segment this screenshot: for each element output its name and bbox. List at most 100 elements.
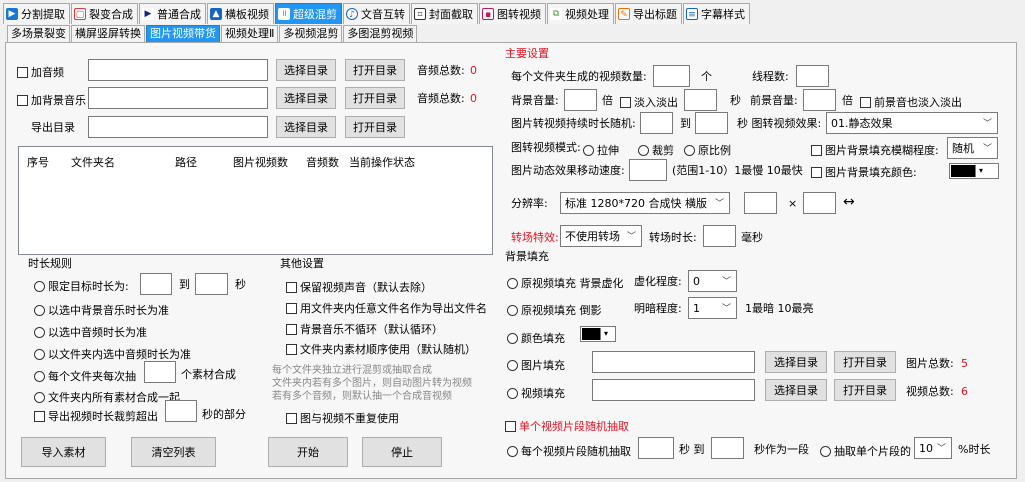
trim-seconds-input[interactable] (165, 400, 197, 422)
orig-blur-radio[interactable]: 原视频填充 背景虚化 (507, 275, 624, 291)
clear-list-button[interactable]: 清空列表 (131, 437, 216, 467)
img-effect-select[interactable]: 01.静态效果 ﹀ (826, 112, 998, 134)
target-duration-radio[interactable]: 限定目标时长为: (34, 278, 129, 294)
clip-min-input[interactable] (638, 437, 674, 459)
bgm-duration-radio[interactable]: 以选中背景音乐时长为准 (34, 302, 169, 318)
fg-fade-checkbox[interactable]: 前景音也淡入淡出 (860, 94, 962, 110)
video-fill-path-input[interactable] (592, 379, 755, 401)
video-fill-open-dir-button[interactable]: 打开目录 (834, 379, 896, 401)
img-duration-max-input[interactable] (695, 112, 728, 134)
subtab-video-process-2[interactable]: 视频处理Ⅱ (221, 25, 279, 42)
brightness-select[interactable]: 1 ﹀ (688, 297, 737, 319)
all-materials-radio[interactable]: 文件夹内所有素材合成一起 (34, 389, 180, 405)
mode-ratio-radio[interactable]: 原比例 (684, 142, 731, 158)
fg-volume-input[interactable] (803, 89, 836, 111)
fade-seconds-input[interactable] (684, 89, 717, 111)
add-bgm-checkbox[interactable]: 加背景音乐 (17, 92, 86, 108)
fade-checkbox[interactable]: 淡入淡出 (620, 94, 678, 110)
tab-image-to-video[interactable]: ▪ 图转视频 (479, 3, 546, 24)
custom-height-input[interactable] (803, 192, 836, 214)
random-clip-checkbox[interactable]: 单个视频片段随机抽取 (505, 418, 629, 434)
transition-select[interactable]: 不使用转场 ﹀ (560, 225, 642, 247)
tab-export-title[interactable]: ✎ 导出标题 (615, 3, 682, 24)
video-fill-select-dir-button[interactable]: 选择目录 (765, 379, 827, 401)
export-select-dir-button[interactable]: 选择目录 (276, 116, 336, 138)
swap-icon[interactable]: ↔ (843, 195, 855, 209)
extract-count-input[interactable] (144, 361, 176, 383)
orig-reflect-radio[interactable]: 原视频填充 倒影 (507, 302, 602, 318)
clip-max-input[interactable] (711, 437, 744, 459)
blur-degree-select[interactable]: 0 ﹀ (688, 270, 737, 292)
folder-audio-duration-radio[interactable]: 以文件夹内选中音频时长为准 (34, 346, 191, 362)
target-max-input[interactable] (195, 273, 228, 295)
use-filename-checkbox[interactable]: 用文件夹内任意文件名作为导出文件名 (286, 300, 487, 316)
resolution-select[interactable]: 标准 1280*720 合成快 横版 ﹀ (560, 192, 730, 214)
tab-fission-compose[interactable]: ▢ 裂变合成 (71, 3, 138, 24)
tab-normal-compose[interactable]: ▶ 普通合成 (139, 3, 206, 24)
transition-duration-input[interactable] (703, 225, 736, 247)
start-button[interactable]: 开始 (268, 437, 348, 467)
video-fill-radio[interactable]: 视频填充 (507, 385, 565, 401)
times-sign: × (788, 197, 798, 210)
tab-super-mix[interactable]: ॥ 超级混剪 (275, 3, 342, 24)
percent-suffix-label: %时长 (958, 443, 991, 456)
bg-color-fill-checkbox[interactable]: 图片背景填充颜色: (811, 164, 917, 180)
mode-stretch-radio[interactable]: 拉伸 (583, 142, 619, 158)
bgm-no-loop-checkbox[interactable]: 背景音乐不循环（默认循环） (286, 321, 443, 337)
custom-width-input[interactable] (744, 192, 777, 214)
sequential-order-checkbox[interactable]: 文件夹内素材顺序使用（默认随机） (286, 341, 476, 357)
image-fill-open-dir-button[interactable]: 打开目录 (834, 351, 896, 373)
per-folder-count-input[interactable] (653, 65, 690, 87)
blur-fill-checkbox[interactable]: 图片背景填充模糊程度: (811, 142, 939, 158)
fill-color-picker[interactable]: ▾ (580, 326, 616, 342)
image-fill-radio[interactable]: 图片填充 (507, 357, 565, 373)
folder-list-table[interactable]: 序号 文件夹名 路径 图片视频数 音频数 当前操作状态 (18, 146, 493, 255)
tab-cover-crop[interactable]: ⌗ 封面截取 (411, 3, 478, 24)
target-min-input[interactable] (140, 273, 172, 295)
audio-path-input[interactable] (88, 59, 268, 81)
image-fill-select-dir-button[interactable]: 选择目录 (765, 351, 827, 373)
extract-single-radio[interactable]: 抽取单个片段的 (820, 443, 911, 459)
audio-open-dir-button[interactable]: 打开目录 (345, 59, 405, 81)
tab-subtitle-style[interactable]: ≡ 字幕样式 (683, 3, 750, 24)
no-repeat-checkbox[interactable]: 图与视频不重复使用 (286, 410, 399, 426)
threads-input[interactable] (796, 65, 829, 87)
stop-button[interactable]: 停止 (362, 437, 442, 467)
bgm-open-dir-button[interactable]: 打开目录 (345, 87, 405, 109)
bgm-path-input[interactable] (88, 87, 268, 109)
keep-sound-checkbox[interactable]: 保留视频声音（默认去除） (286, 279, 432, 295)
tab-split-extract[interactable]: ▶ 分割提取 (3, 3, 70, 24)
export-dir-input[interactable] (88, 116, 268, 138)
image-fill-path-input[interactable] (592, 351, 755, 373)
tab-landscape-video[interactable]: ▲ 横板视频 (207, 3, 274, 24)
each-folder-extract-radio[interactable]: 每个文件夹每次抽 (34, 368, 136, 384)
duration-rules-title: 时长规则 (28, 257, 72, 270)
trim-duration-checkbox[interactable]: 导出视频时长裁剪超出 (34, 408, 158, 424)
subtab-image-video-sales[interactable]: 图片视频带货 (146, 25, 220, 42)
ms-label: 毫秒 (741, 231, 763, 244)
tab-text-audio[interactable]: ♪ 文音互转 (343, 3, 410, 24)
subtab-multi-image-mix[interactable]: 多图混剪视频 (343, 25, 418, 42)
blur-level-select[interactable]: 随机 ﹀ (947, 137, 998, 159)
color-fill-radio[interactable]: 颜色填充 (507, 330, 565, 346)
import-materials-button[interactable]: 导入素材 (21, 437, 106, 467)
bgm-select-dir-button[interactable]: 选择目录 (276, 87, 336, 109)
subtab-multi-scene[interactable]: 多场景裂变 (7, 25, 70, 42)
audio-duration-radio[interactable]: 以选中音频时长为准 (34, 324, 147, 340)
bg-color-picker[interactable]: ▾ (949, 163, 999, 179)
subtab-orientation-convert[interactable]: 横屏竖屏转换 (71, 25, 145, 42)
add-audio-checkbox[interactable]: 加音频 (17, 64, 64, 80)
sec-to-label: 秒 到 (679, 443, 705, 456)
percent-select[interactable]: 10 ﹀ (914, 437, 952, 459)
tab-video-process[interactable]: ⧉ 视频处理 (547, 3, 614, 24)
export-open-dir-button[interactable]: 打开目录 (345, 116, 405, 138)
resolution-label: 分辨率: (511, 197, 548, 210)
subtab-multi-video-mix[interactable]: 多视频混剪 (279, 25, 343, 42)
bg-volume-input[interactable] (564, 89, 597, 111)
split-icon: ▶ (6, 8, 18, 20)
each-clip-random-radio[interactable]: 每个视频片段随机抽取 (507, 443, 631, 459)
mode-crop-radio[interactable]: 裁剪 (638, 142, 674, 158)
speed-input[interactable] (629, 159, 667, 181)
audio-select-dir-button[interactable]: 选择目录 (276, 59, 336, 81)
img-duration-min-input[interactable] (640, 112, 673, 134)
